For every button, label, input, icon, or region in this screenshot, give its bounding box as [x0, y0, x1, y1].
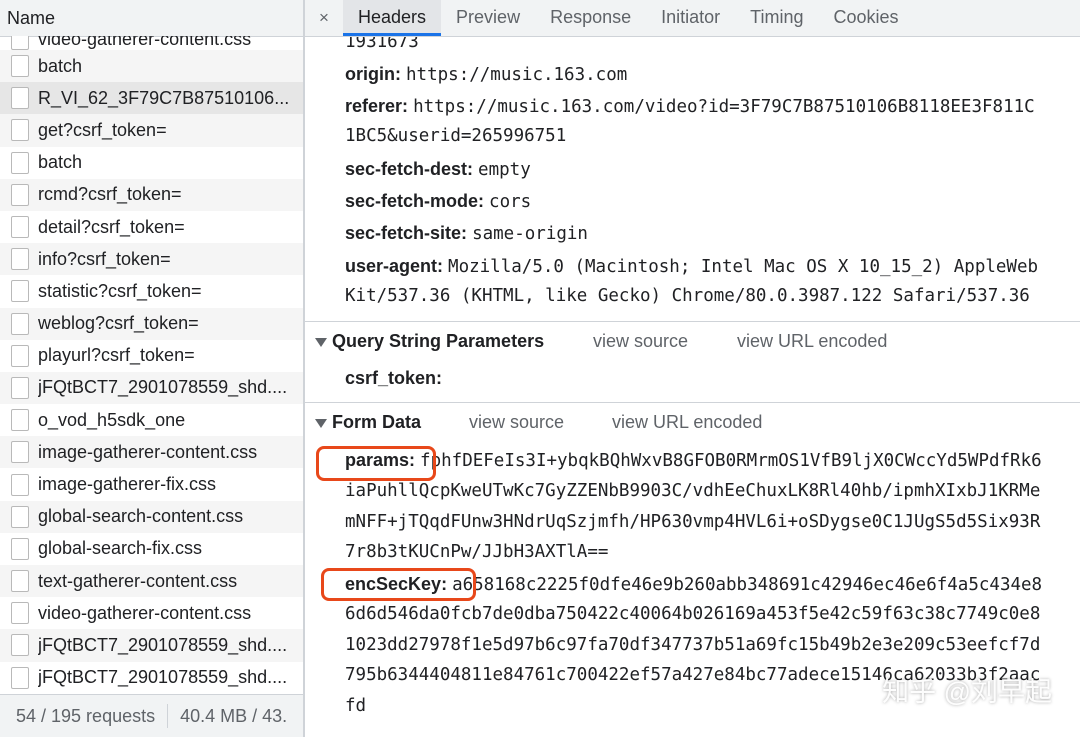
- request-count: 54 / 195 requests: [16, 705, 156, 726]
- header-referer-cont: 1BC5&userid=265996751: [345, 126, 567, 146]
- close-icon[interactable]: ×: [305, 0, 343, 36]
- request-file-icon: [11, 344, 29, 367]
- header-referer: referer: https://music.163.com/video?id=…: [345, 96, 1035, 117]
- query-view-url-encoded-link[interactable]: view URL encoded: [737, 331, 887, 352]
- form-encseckey-line: 6d6d546da0fcb7de0dba750422c40064b026169a…: [345, 604, 1041, 624]
- header-sec-fetch-site: sec-fetch-site: same-origin: [345, 223, 588, 244]
- request-file-icon: [11, 248, 29, 271]
- header-origin: origin: https://music.163.com: [345, 64, 628, 85]
- header-user-agent: user-agent: Mozilla/5.0 (Macintosh; Inte…: [345, 256, 1039, 277]
- request-row[interactable]: detail?csrf_token=: [0, 211, 303, 243]
- request-file-icon: [11, 312, 29, 335]
- request-row[interactable]: jFQtBCT7_2901078559_shd....: [0, 629, 303, 662]
- request-rows: video-gatherer-content.css batch R_VI_62…: [0, 36, 303, 694]
- request-file-icon: [11, 441, 29, 464]
- request-file-icon: [11, 151, 29, 174]
- section-divider: [305, 321, 1080, 322]
- request-file-icon: [11, 473, 29, 496]
- header-sec-fetch-dest: sec-fetch-dest: empty: [345, 159, 531, 180]
- form-encseckey-line: 1023dd27978f1e5d97b6c97fa70df347737b51a6…: [345, 635, 1041, 655]
- request-file-icon: [11, 87, 29, 110]
- request-file-icon: [11, 537, 29, 560]
- params-highlight-annotation: [316, 446, 436, 481]
- tab-cookies[interactable]: Cookies: [819, 0, 914, 36]
- request-row[interactable]: batch: [0, 50, 303, 83]
- form-params-line: iaPuhllQcpKweUTwKc7GyZZENbB9903C/vdhEeCh…: [345, 481, 1041, 501]
- request-file-icon: [11, 119, 29, 142]
- request-file-icon: [11, 280, 29, 303]
- header-fragment: 1931673: [345, 37, 419, 52]
- request-file-icon: [11, 666, 29, 689]
- request-row[interactable]: statistic?csrf_token=: [0, 275, 303, 307]
- tab-timing[interactable]: Timing: [735, 0, 818, 36]
- query-string-section-title[interactable]: Query String Parameters: [315, 331, 544, 352]
- form-encseckey-line: fd: [345, 696, 367, 716]
- request-row[interactable]: rcmd?csrf_token=: [0, 178, 303, 211]
- request-file-icon: [11, 634, 29, 657]
- request-file-icon: [11, 36, 29, 50]
- request-row-selected[interactable]: R_VI_62_3F79C7B87510106...: [0, 82, 303, 115]
- request-row[interactable]: jFQtBCT7_2901078559_shd....: [0, 371, 303, 405]
- request-file-icon: [11, 183, 29, 206]
- section-divider: [305, 402, 1080, 403]
- form-params-line: 7r8b3tKUCnPw/JJbH3AXTlA==: [345, 542, 609, 562]
- form-params: params: fphfDEFeIs3I+ybqkBQhWxvB8GFOB0RM…: [345, 450, 1042, 471]
- request-list-panel: Name video-gatherer-content.css batch R_…: [0, 0, 305, 737]
- request-row[interactable]: video-gatherer-content.css: [0, 36, 303, 50]
- request-row[interactable]: text-gatherer-content.css: [0, 565, 303, 598]
- encseckey-highlight-annotation: [321, 568, 476, 601]
- request-file-icon: [11, 570, 29, 593]
- request-file-icon: [11, 55, 29, 78]
- tab-initiator[interactable]: Initiator: [646, 0, 735, 36]
- request-file-icon: [11, 216, 29, 239]
- request-file-icon: [11, 602, 29, 625]
- request-row[interactable]: global-search-content.css: [0, 500, 303, 533]
- name-header-label: Name: [7, 7, 56, 28]
- query-csrf-token: csrf_token:: [345, 368, 443, 388]
- request-row[interactable]: global-search-fix.css: [0, 533, 303, 565]
- request-row[interactable]: weblog?csrf_token=: [0, 307, 303, 340]
- tab-response[interactable]: Response: [535, 0, 646, 36]
- form-view-source-link[interactable]: view source: [469, 412, 564, 433]
- request-file-icon: [11, 505, 29, 528]
- details-tab-bar: × Headers Preview Response Initiator Tim…: [305, 0, 1080, 37]
- request-row[interactable]: batch: [0, 147, 303, 179]
- form-view-url-encoded-link[interactable]: view URL encoded: [612, 412, 762, 433]
- name-column-header[interactable]: Name: [0, 0, 303, 37]
- request-row[interactable]: image-gatherer-fix.css: [0, 468, 303, 500]
- headers-content: 1931673 origin: https://music.163.com re…: [305, 37, 1080, 737]
- form-params-line: mNFF+jTQqdFUnw3HNdrUqSzjmfh/HP630vmp4HVL…: [345, 512, 1041, 532]
- request-details-panel: × Headers Preview Response Initiator Tim…: [305, 0, 1080, 737]
- tab-preview[interactable]: Preview: [441, 0, 535, 36]
- watermark: 知乎 @刘早起: [882, 677, 1052, 707]
- form-data-section-title[interactable]: Form Data: [315, 412, 421, 433]
- tab-headers[interactable]: Headers: [343, 0, 442, 36]
- request-row[interactable]: get?csrf_token=: [0, 114, 303, 147]
- status-divider: [167, 704, 169, 728]
- expand-triangle-icon: [315, 418, 327, 428]
- request-row[interactable]: info?csrf_token=: [0, 243, 303, 276]
- request-row[interactable]: jFQtBCT7_2901078559_shd....: [0, 662, 303, 694]
- header-sec-fetch-mode: sec-fetch-mode: cors: [345, 191, 532, 212]
- request-row[interactable]: image-gatherer-content.css: [0, 436, 303, 469]
- status-bar: 54 / 195 requests 40.4 MB / 43.: [0, 694, 303, 737]
- request-row[interactable]: o_vod_h5sdk_one: [0, 404, 303, 436]
- transfer-size: 40.4 MB / 43.: [180, 705, 288, 726]
- request-file-icon: [11, 409, 29, 432]
- query-view-source-link[interactable]: view source: [593, 331, 688, 352]
- header-user-agent-cont: Kit/537.36 (KHTML, like Gecko) Chrome/80…: [345, 286, 1030, 306]
- expand-triangle-icon: [315, 337, 327, 347]
- request-row[interactable]: video-gatherer-content.css: [0, 597, 303, 629]
- request-file-icon: [11, 376, 29, 399]
- request-row[interactable]: playurl?csrf_token=: [0, 340, 303, 372]
